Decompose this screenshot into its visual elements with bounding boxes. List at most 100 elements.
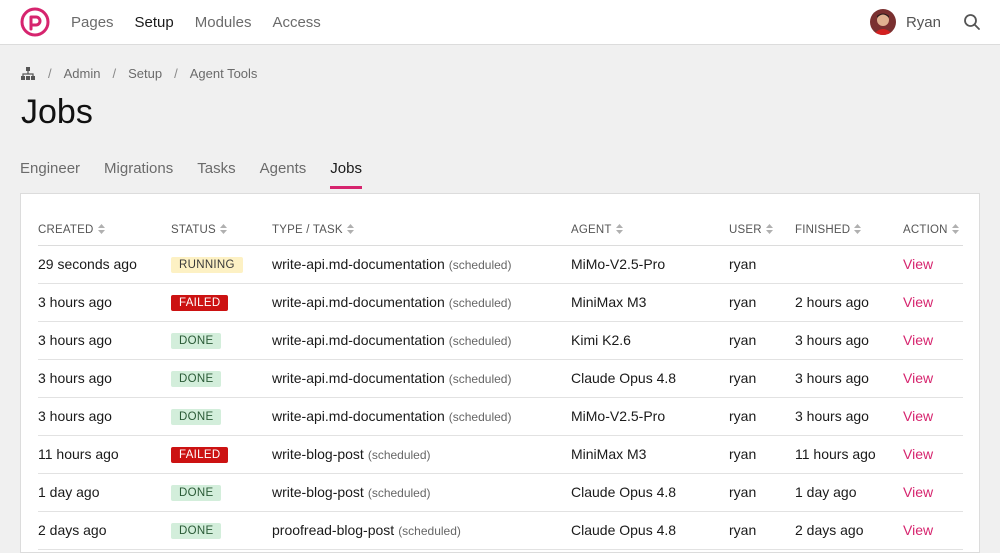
task-name: write-blog-post: [272, 484, 364, 500]
status-badge: DONE: [171, 485, 222, 501]
user-cell: ryan: [729, 359, 795, 398]
tab-bar: Engineer Migrations Tasks Agents Jobs: [20, 160, 386, 189]
finished-cell: [795, 245, 903, 284]
table-row: 1 day ago DONE write-blog-post (scheduled…: [38, 473, 963, 512]
task-name: write-api.md-documentation: [272, 408, 445, 424]
table-row: 29 seconds ago RUNNING write-api.md-docu…: [38, 245, 963, 284]
column-header-finished[interactable]: FINISHED: [795, 215, 903, 246]
agent-cell: Claude Opus 4.8: [571, 473, 729, 512]
tab-tasks[interactable]: Tasks: [197, 160, 235, 189]
column-header-user[interactable]: USER: [729, 215, 795, 246]
table-row: 3 hours ago FAILED write-api.md-document…: [38, 283, 963, 322]
view-link[interactable]: View: [903, 256, 933, 272]
status-badge: RUNNING: [171, 257, 243, 273]
column-header-created[interactable]: CREATED: [38, 215, 171, 246]
sort-icon: [219, 223, 227, 234]
view-link[interactable]: View: [903, 408, 933, 424]
user-cell: ryan: [729, 397, 795, 436]
view-link[interactable]: View: [903, 446, 933, 462]
created-cell: 3 hours ago: [38, 397, 171, 436]
finished-cell: 3 hours ago: [795, 397, 903, 436]
user-cell: ryan: [729, 473, 795, 512]
agent-cell: MiMo-V2.5-Pro: [571, 397, 729, 436]
finished-cell: 2 hours ago: [795, 283, 903, 322]
task-name: write-api.md-documentation: [272, 256, 445, 272]
schedule-tag: (scheduled): [448, 334, 512, 348]
status-badge: DONE: [171, 371, 222, 387]
nav-item-setup[interactable]: Setup: [135, 14, 174, 31]
schedule-tag: (scheduled): [367, 448, 431, 462]
jobs-table: CREATED STATUS TYPE / TASK AGENT USER FI…: [38, 215, 963, 550]
finished-cell: 11 hours ago: [795, 435, 903, 474]
column-header-action[interactable]: ACTION: [903, 215, 963, 246]
finished-cell: 1 day ago: [795, 473, 903, 512]
tab-jobs[interactable]: Jobs: [330, 160, 362, 189]
nav-item-pages[interactable]: Pages: [71, 14, 114, 31]
table-row: 11 hours ago FAILED write-blog-post (sche…: [38, 435, 963, 474]
breadcrumb: / Admin / Setup / Agent Tools: [20, 66, 257, 81]
user-menu[interactable]: Ryan: [869, 9, 941, 35]
table-row: 3 hours ago DONE write-api.md-documentat…: [38, 359, 963, 398]
view-link[interactable]: View: [903, 484, 933, 500]
top-navbar: Pages Setup Modules Access Ryan: [0, 0, 1000, 45]
view-link[interactable]: View: [903, 332, 933, 348]
column-header-status[interactable]: STATUS: [171, 215, 272, 246]
status-badge: FAILED: [171, 295, 229, 311]
user-cell: ryan: [729, 283, 795, 322]
table-header-row: CREATED STATUS TYPE / TASK AGENT USER FI…: [38, 215, 963, 246]
created-cell: 1 day ago: [38, 473, 171, 512]
agent-cell: Claude Opus 4.8: [571, 359, 729, 398]
sort-icon: [951, 223, 959, 234]
user-cell: ryan: [729, 511, 795, 550]
agent-cell: MiMo-V2.5-Pro: [571, 245, 729, 284]
jobs-panel: CREATED STATUS TYPE / TASK AGENT USER FI…: [20, 193, 980, 553]
sort-icon: [615, 223, 623, 234]
created-cell: 2 days ago: [38, 511, 171, 550]
status-badge: FAILED: [171, 447, 229, 463]
nav-item-modules[interactable]: Modules: [195, 14, 252, 31]
created-cell: 29 seconds ago: [38, 245, 171, 284]
created-cell: 3 hours ago: [38, 359, 171, 398]
main-nav: Pages Setup Modules Access: [71, 0, 342, 45]
tab-agents[interactable]: Agents: [260, 160, 307, 189]
user-cell: ryan: [729, 321, 795, 360]
sitemap-icon[interactable]: [20, 66, 36, 81]
nav-item-access[interactable]: Access: [272, 14, 320, 31]
schedule-tag: (scheduled): [367, 486, 431, 500]
view-link[interactable]: View: [903, 522, 933, 538]
breadcrumb-admin[interactable]: Admin: [64, 66, 101, 81]
breadcrumb-agent-tools[interactable]: Agent Tools: [190, 66, 258, 81]
avatar: [869, 9, 896, 35]
user-cell: ryan: [729, 245, 795, 284]
task-name: write-api.md-documentation: [272, 370, 445, 386]
view-link[interactable]: View: [903, 370, 933, 386]
task-name: write-api.md-documentation: [272, 294, 445, 310]
tab-engineer[interactable]: Engineer: [20, 160, 80, 189]
agent-cell: MiniMax M3: [571, 435, 729, 474]
breadcrumb-setup[interactable]: Setup: [128, 66, 162, 81]
search-icon[interactable]: [963, 13, 981, 31]
table-row: 2 days ago DONE proofread-blog-post (sche…: [38, 511, 963, 550]
sort-icon: [346, 223, 354, 234]
table-row: 3 hours ago DONE write-api.md-documentat…: [38, 397, 963, 436]
tab-migrations[interactable]: Migrations: [104, 160, 173, 189]
status-badge: DONE: [171, 523, 222, 539]
created-cell: 3 hours ago: [38, 321, 171, 360]
finished-cell: 2 days ago: [795, 511, 903, 550]
task-name: write-blog-post: [272, 446, 364, 462]
status-badge: DONE: [171, 409, 222, 425]
column-header-type[interactable]: TYPE / TASK: [272, 215, 571, 246]
created-cell: 3 hours ago: [38, 283, 171, 322]
logo-icon[interactable]: [20, 7, 50, 37]
schedule-tag: (scheduled): [448, 372, 512, 386]
sort-icon: [97, 223, 105, 234]
column-header-agent[interactable]: AGENT: [571, 215, 729, 246]
table-row: 3 hours ago DONE write-api.md-documentat…: [38, 321, 963, 360]
schedule-tag: (scheduled): [448, 296, 512, 310]
finished-cell: 3 hours ago: [795, 321, 903, 360]
view-link[interactable]: View: [903, 294, 933, 310]
user-cell: ryan: [729, 435, 795, 474]
schedule-tag: (scheduled): [448, 410, 512, 424]
agent-cell: Claude Opus 4.8: [571, 511, 729, 550]
sort-icon: [854, 223, 862, 234]
